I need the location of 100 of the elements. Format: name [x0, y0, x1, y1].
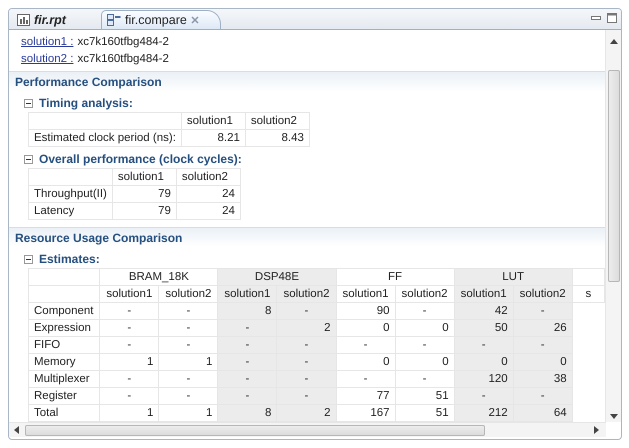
table-cell: - [276, 387, 336, 404]
column-header: solution2 [176, 168, 240, 186]
scroll-left-icon[interactable] [13, 426, 19, 434]
subsection-title: Overall performance (clock cycles): [39, 152, 242, 166]
scroll-right-icon[interactable] [594, 426, 600, 434]
table-cell: 120 [454, 370, 514, 388]
row-header: Estimated clock period (ns): [28, 130, 182, 147]
collapse-icon[interactable] [24, 254, 33, 264]
column-header: solution2 [513, 285, 572, 302]
table-cell: - [395, 370, 454, 388]
scroll-thumb[interactable] [25, 424, 485, 436]
table-cell: 51 [395, 387, 454, 404]
vertical-scrollbar[interactable] [605, 30, 621, 422]
table-cell: 212 [454, 404, 514, 422]
table-cell: 8 [218, 302, 277, 320]
horizontal-scrollbar[interactable] [9, 422, 606, 437]
table-cell: - [395, 302, 454, 320]
column-header: solution1 [454, 285, 514, 302]
table-cell: 24 [176, 202, 240, 220]
column-header: solution1 [218, 285, 277, 302]
column-group-header: FF [336, 268, 454, 286]
subsection-title: Timing analysis: [39, 96, 133, 110]
table-cell: 1 [100, 353, 159, 370]
row-header: Register [28, 387, 100, 404]
table-cell: 38 [513, 370, 572, 388]
report-icon [17, 14, 30, 26]
section-header: Performance Comparison [9, 71, 605, 92]
table-cell: 64 [513, 404, 572, 422]
column-header: solution1 [112, 168, 176, 186]
table-cell: - [218, 319, 277, 336]
row-header: Total [28, 404, 100, 422]
editor-tab[interactable]: fir.compare [101, 10, 221, 29]
table-cell: - [276, 336, 336, 354]
table-cell: - [513, 387, 572, 404]
table-cell: - [218, 370, 277, 388]
row-header: Component [28, 302, 100, 320]
column-header: solution2 [395, 285, 454, 302]
table-cell: 0 [336, 319, 396, 336]
table-cell: - [100, 336, 159, 354]
table-cell: - [218, 387, 277, 404]
table-cell: 77 [336, 387, 396, 404]
section-header: Resource Usage Comparison [9, 226, 605, 248]
table-cell: 0 [513, 353, 572, 370]
column-group-header: BRAM_18K [100, 268, 218, 286]
table-cell: - [158, 319, 218, 336]
solution-link[interactable]: solution2 : [21, 53, 74, 66]
part-name: xc7k160tfbg484-2 [77, 36, 169, 48]
table-cell: 8.21 [181, 130, 246, 147]
table-cell: - [100, 319, 159, 336]
table-cell: 24 [176, 185, 240, 202]
table-cell: 1 [100, 404, 159, 422]
collapse-icon[interactable] [24, 98, 33, 108]
table-cell: - [454, 387, 514, 404]
part-name: xc7k160tfbg484-2 [77, 53, 169, 66]
row-header: Expression [28, 319, 100, 336]
table-cell: 167 [336, 404, 396, 422]
row-header: Latency [28, 202, 112, 220]
close-icon[interactable] [190, 16, 199, 24]
column-header: solution1 [181, 112, 246, 130]
table-cell: - [395, 336, 454, 354]
table-cell: 42 [454, 302, 514, 320]
solution-link[interactable]: solution1 : [21, 36, 74, 48]
table-cell: - [513, 302, 572, 320]
row-header: Memory [28, 353, 100, 370]
table-cell: - [336, 336, 396, 354]
table-cell: - [100, 370, 159, 388]
maximize-icon[interactable] [607, 13, 617, 23]
table-cell: 1 [158, 404, 218, 422]
table-cell: 51 [395, 404, 454, 422]
table-cell: 90 [336, 302, 396, 320]
row-header: FIFO [28, 336, 100, 354]
column-group-header: DSP48E [218, 268, 336, 286]
column-header: solution1 [100, 285, 159, 302]
table-cell: - [158, 336, 218, 354]
table-cell: - [100, 302, 159, 320]
column-group-header: LUT [454, 268, 572, 286]
table-cell: - [454, 336, 514, 354]
table-cell: 2 [276, 319, 336, 336]
table-cell: 0 [395, 319, 454, 336]
table-cell: - [158, 302, 218, 320]
table-cell: - [158, 387, 218, 404]
column-header: solution2 [276, 285, 336, 302]
table-cell: - [276, 353, 336, 370]
scroll-thumb[interactable] [608, 70, 620, 282]
editor-tab[interactable]: fir.rpt [11, 10, 101, 29]
table-cell: - [276, 302, 336, 320]
table-cell: 0 [395, 353, 454, 370]
row-header: Throughput(II) [28, 185, 112, 202]
scroll-down-icon[interactable] [610, 414, 618, 420]
table-cell: - [100, 387, 159, 404]
compare-icon [107, 14, 121, 26]
table-cell: 26 [513, 319, 572, 336]
collapse-icon[interactable] [24, 154, 33, 164]
table-cell: 2 [276, 404, 336, 422]
scroll-up-icon[interactable] [610, 38, 618, 44]
column-header: s [572, 285, 604, 302]
table-cell: 8 [218, 404, 277, 422]
table-cell: - [218, 353, 277, 370]
table-cell: - [336, 370, 396, 388]
row-header: Multiplexer [28, 370, 100, 388]
